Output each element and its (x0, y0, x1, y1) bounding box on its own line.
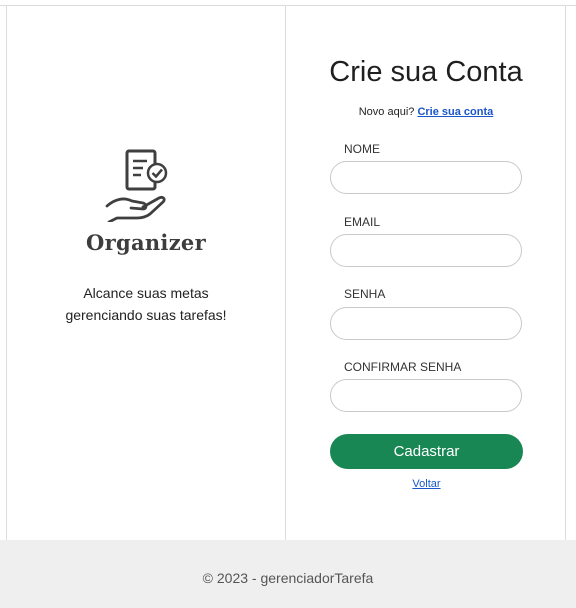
footer: © 2023 - gerenciadorTarefa (0, 540, 576, 608)
password-label: SENHA (344, 287, 386, 301)
signup-subtitle: Novo aqui? Crie sua conta (286, 106, 566, 118)
page-title: Crie sua Conta (329, 56, 523, 88)
tagline: Alcance suas metas gerenciando suas tare… (7, 282, 285, 326)
password-field[interactable] (330, 307, 522, 340)
email-label: EMAIL (344, 215, 381, 229)
confirm-password-label: CONFIRMAR SENHA (344, 360, 462, 374)
name-label: NOME (344, 142, 380, 156)
confirm-password-field[interactable] (330, 379, 522, 412)
back-link[interactable]: Voltar (286, 478, 567, 490)
register-button[interactable]: Cadastrar (330, 434, 523, 469)
name-field[interactable] (330, 161, 522, 194)
checklist-hand-icon (105, 149, 168, 222)
tagline-line-2: gerenciando suas tarefas! (65, 307, 227, 323)
subtitle-prefix: Novo aqui? (358, 106, 415, 118)
tagline-line-1: Alcance suas metas (83, 285, 209, 301)
create-account-link[interactable]: Crie sua conta (417, 106, 493, 118)
brand-panel: Organizer Alcance suas metas gerenciando… (6, 6, 286, 540)
email-field[interactable] (330, 234, 522, 267)
brand-name: Organizer (86, 230, 206, 255)
signup-panel: Crie sua Conta Novo aqui? Crie sua conta… (286, 6, 566, 540)
footer-copyright: © 2023 - gerenciadorTarefa (202, 570, 374, 586)
